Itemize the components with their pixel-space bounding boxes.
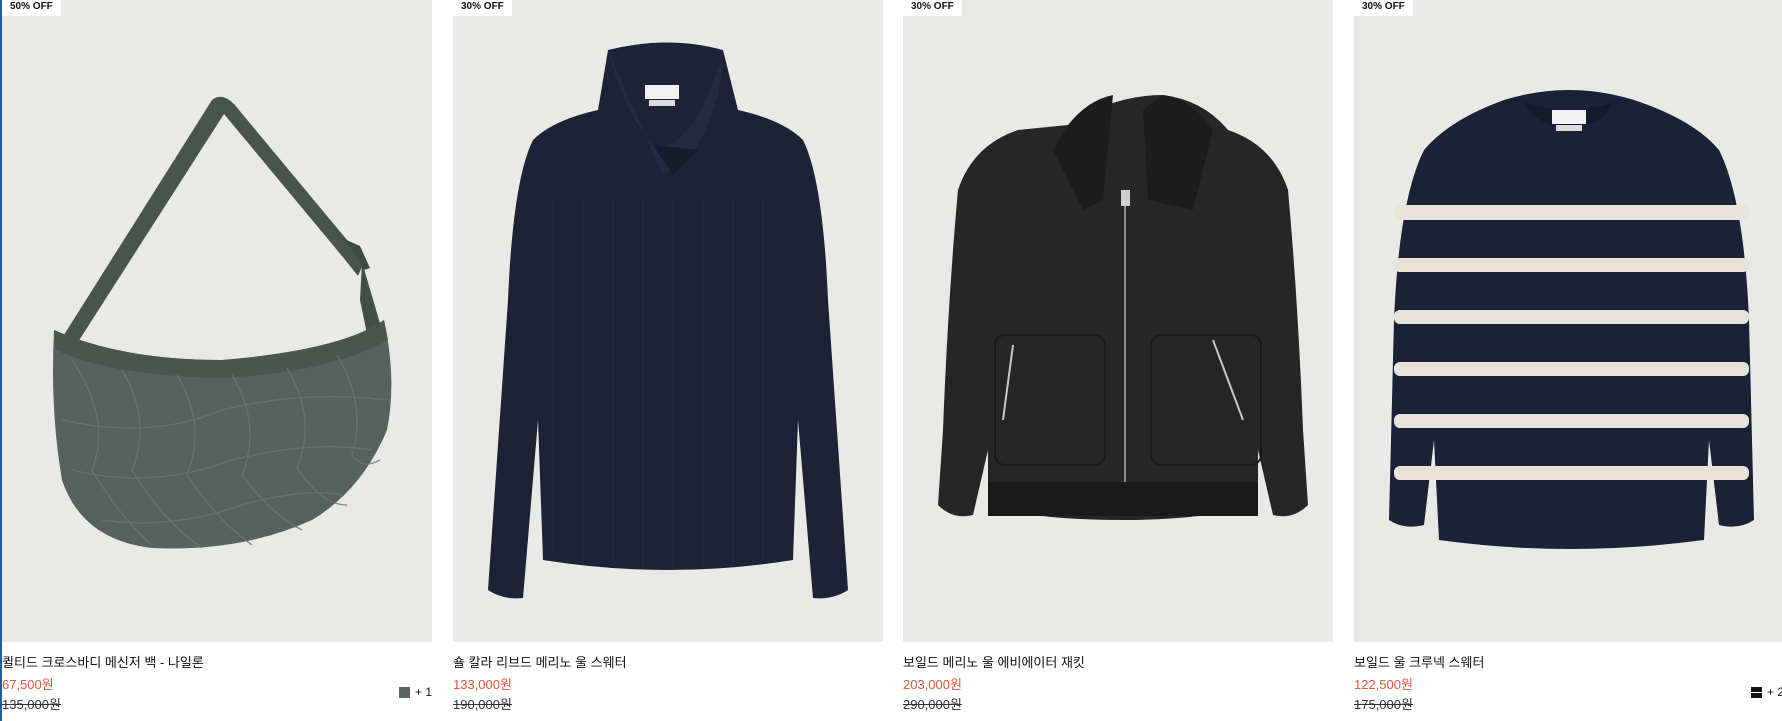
color-swatches[interactable]: + 1 [398,685,432,699]
product-image[interactable] [2,0,432,642]
sale-price: 133,000원 [453,677,512,692]
product-card[interactable]: 30% OFF 보일드 메리노 울 에비에이터 재킷 203,000원 290,… [903,0,1333,721]
product-image[interactable] [1354,0,1782,642]
product-card[interactable]: 30% OFF 보일드 울 크루넥 스웨터 122,500원 175,000원 … [1354,0,1782,721]
more-colors-count: + 1 [414,685,432,699]
product-name[interactable]: 퀼티드 크로스바디 메신저 백 - 나일론 [2,652,204,671]
more-colors-count: + 2 [1766,685,1782,699]
sale-price: 122,500원 [1354,677,1413,692]
crossbody-bag-image [53,96,392,549]
product-card[interactable]: 30% OFF 숄 칼라 리브드 메리노 울 스웨터 133,000원 190,… [453,0,883,721]
discount-badge: 30% OFF [1354,0,1413,16]
color-swatch[interactable] [398,686,410,698]
product-card[interactable]: 50% OFF 퀼티드 크로스바디 메신저 백 - 나일론 67,500원 13… [2,0,432,721]
product-name[interactable]: 보일드 메리노 울 에비에이터 재킷 [903,652,1085,671]
striped-crewneck-sweater-image [1389,90,1754,549]
sale-price: 203,000원 [903,677,962,692]
color-swatches[interactable]: + 2 [1750,685,1782,699]
product-image[interactable] [903,0,1333,642]
product-grid: 50% OFF 퀼티드 크로스바디 메신저 백 - 나일론 67,500원 13… [0,0,1782,721]
original-price: 135,000원 [2,697,61,712]
discount-badge: 50% OFF [2,0,61,16]
product-name[interactable]: 보일드 울 크루넥 스웨터 [1354,652,1484,671]
product-name[interactable]: 숄 칼라 리브드 메리노 울 스웨터 [453,652,627,671]
discount-badge: 30% OFF [903,0,962,16]
original-price: 190,000원 [453,697,512,712]
discount-badge: 30% OFF [453,0,512,16]
color-swatch[interactable] [1750,686,1762,698]
sale-price: 67,500원 [2,677,54,692]
aviator-jacket-image [938,95,1308,520]
original-price: 290,000원 [903,697,962,712]
product-image[interactable] [453,0,883,642]
original-price: 175,000원 [1354,697,1413,712]
shawl-collar-sweater-image [488,42,848,599]
